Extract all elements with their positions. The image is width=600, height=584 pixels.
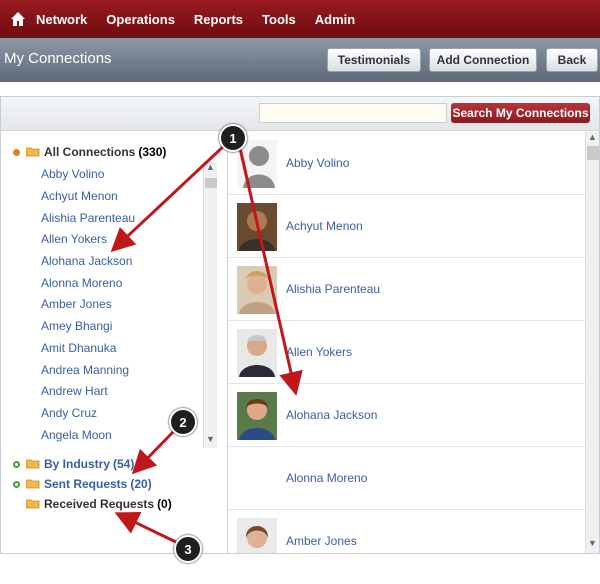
list-item[interactable]: Andrea Manning — [41, 363, 129, 377]
folder-icon — [26, 499, 40, 509]
expanded-bullet-icon — [13, 148, 20, 156]
list-item[interactable]: Alishia Parenteau — [41, 211, 135, 225]
scroll-thumb[interactable] — [205, 178, 217, 188]
testimonials-button[interactable]: Testimonials — [327, 48, 421, 72]
profile-photo — [237, 329, 277, 377]
scroll-down-icon[interactable]: ▼ — [206, 434, 215, 444]
list-item[interactable]: Amit Dhanuka — [41, 341, 116, 355]
list-item[interactable]: Abby Volino — [41, 167, 104, 181]
add-connection-button[interactable]: Add Connection — [429, 48, 537, 72]
list-item[interactable]: Alonna Moreno — [41, 276, 122, 290]
back-button[interactable]: Back — [546, 48, 598, 72]
connections-panel: Search My Connections All Connections (3… — [0, 96, 600, 554]
connections-scrollbar[interactable]: ▲ ▼ — [585, 132, 599, 553]
collapsed-bullet-icon — [13, 460, 20, 468]
list-item[interactable]: Amber Jones — [41, 297, 112, 311]
list-item[interactable]: Andrew Hart — [41, 384, 108, 398]
connection-row[interactable]: Allen Yokers — [228, 321, 585, 384]
profile-photo — [237, 518, 277, 553]
search-bar: Search My Connections — [1, 97, 599, 131]
nav-admin[interactable]: Admin — [315, 12, 355, 27]
list-item[interactable]: Amey Bhangi — [41, 319, 112, 333]
connection-row[interactable]: Amber Jones — [228, 510, 585, 553]
scroll-up-icon[interactable]: ▲ — [588, 132, 597, 142]
callout-badge: 3 — [174, 535, 202, 563]
search-my-connections-button[interactable]: Search My Connections — [451, 103, 590, 123]
top-navigation: Network Operations Reports Tools Admin — [0, 0, 600, 38]
connection-row[interactable]: Alohana Jackson — [228, 384, 585, 447]
scroll-thumb[interactable] — [587, 146, 599, 160]
name-list-scrollbar[interactable]: ▲ ▼ — [203, 162, 217, 448]
tree-received-requests[interactable]: Received Requests (0) — [26, 497, 172, 511]
scroll-up-icon[interactable]: ▲ — [206, 162, 215, 172]
scroll-down-icon[interactable]: ▼ — [588, 538, 597, 548]
title-bar: My Connections Testimonials Add Connecti… — [0, 38, 600, 82]
nav-operations[interactable]: Operations — [106, 12, 175, 27]
home-icon[interactable] — [0, 0, 36, 38]
connection-row[interactable]: Alonna Moreno — [228, 447, 585, 510]
tree-all-connections[interactable]: All Connections (330) — [13, 145, 166, 159]
list-item[interactable]: Alohana Jackson — [41, 254, 132, 268]
collapsed-bullet-icon — [13, 480, 20, 488]
nav-tools[interactable]: Tools — [262, 12, 296, 27]
list-item[interactable]: Andy Cruz — [41, 406, 97, 420]
profile-photo — [237, 392, 277, 440]
folder-icon — [26, 479, 40, 489]
list-item[interactable]: Angela Moon — [41, 428, 112, 442]
page-title: My Connections — [4, 50, 112, 67]
tree-by-industry[interactable]: By Industry (54) — [13, 457, 134, 471]
tree-sent-requests[interactable]: Sent Requests (20) — [13, 477, 152, 491]
profile-photo — [237, 203, 277, 251]
callout-badge: 2 — [169, 408, 197, 436]
nav-reports[interactable]: Reports — [194, 12, 243, 27]
connections-list: Abby Volino Achyut Menon Alishia Parente… — [228, 132, 585, 553]
list-item[interactable]: Allen Yokers — [41, 232, 107, 246]
nav-network[interactable]: Network — [36, 12, 87, 27]
connection-row[interactable]: Alishia Parenteau — [228, 258, 585, 321]
profile-photo — [237, 266, 277, 314]
connection-row[interactable]: Achyut Menon — [228, 195, 585, 258]
folder-open-icon — [26, 147, 40, 157]
folder-icon — [26, 459, 40, 469]
list-item[interactable]: Achyut Menon — [41, 189, 118, 203]
search-input[interactable] — [259, 103, 447, 123]
connection-row[interactable]: Abby Volino — [228, 132, 585, 195]
callout-badge: 1 — [219, 124, 247, 152]
